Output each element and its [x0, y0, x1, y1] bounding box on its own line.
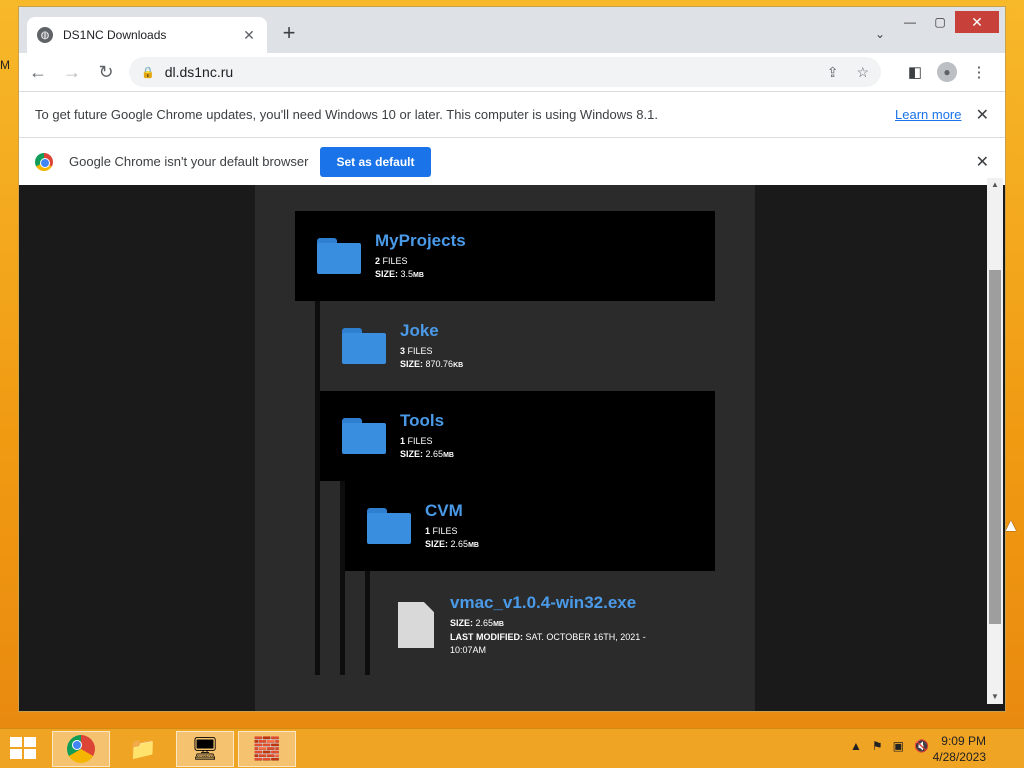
chrome-window: ◍ DS1NC Downloads ✕ + ⌄ — ▢ ✕ ← → ↻ 🔒 dl…: [18, 6, 1006, 712]
files-label: FILES: [432, 525, 458, 536]
files-count: 3: [400, 345, 406, 356]
clock-date: 4/28/2023: [932, 750, 986, 764]
title-bar: ◍ DS1NC Downloads ✕ + ⌄ — ▢ ✕: [19, 7, 1005, 53]
volume-muted-icon[interactable]: 🔇: [914, 739, 929, 753]
default-browser-infobar: Google Chrome isn't your default browser…: [19, 137, 1005, 185]
size-label: SIZE:: [425, 538, 449, 549]
url-text[interactable]: dl.ds1nc.ru: [165, 64, 809, 80]
profile-button[interactable]: ●: [931, 57, 963, 87]
size-unit: KB: [453, 361, 464, 369]
update-infobar: To get future Google Chrome updates, you…: [19, 91, 1005, 137]
folder-name[interactable]: Tools: [400, 411, 454, 431]
size-value: 2.65: [450, 538, 469, 549]
files-label: FILES: [407, 345, 433, 356]
folder-name[interactable]: MyProjects: [375, 231, 466, 251]
size-label: SIZE:: [450, 618, 474, 628]
file-row[interactable]: vmac_v1.0.4-win32.exe SIZE: 2.65MB LAST …: [370, 573, 715, 677]
scroll-up-icon[interactable]: ▲: [987, 178, 1003, 192]
close-icon[interactable]: ✕: [976, 152, 989, 172]
folder-row[interactable]: Tools 1 FILES SIZE: 2.65MB: [320, 391, 715, 481]
folder-name[interactable]: Joke: [400, 321, 463, 341]
chrome-logo-icon: [35, 152, 53, 171]
file-tree-panel: MyProjects 2 FILES SIZE: 3.5MB Joke 3 FI…: [255, 185, 755, 711]
file-explorer-taskbar-icon[interactable]: 📁: [114, 731, 172, 767]
page-content: MyProjects 2 FILES SIZE: 3.5MB Joke 3 FI…: [19, 185, 1005, 711]
size-unit: MB: [413, 271, 424, 279]
update-message: To get future Google Chrome updates, you…: [35, 107, 658, 122]
files-label: FILES: [382, 255, 408, 266]
size-label: SIZE:: [400, 448, 424, 459]
windows-taskbar: 📁 🖥 🧱 ▲ ⚑ ▣ 🔇 9:09 PM 4/28/2023: [0, 728, 1024, 768]
files-count: 1: [425, 525, 431, 536]
lock-icon[interactable]: 🔒: [141, 66, 155, 79]
learn-more-link[interactable]: Learn more: [895, 107, 961, 122]
menu-kebab-icon[interactable]: ⋮: [963, 57, 995, 87]
address-bar[interactable]: 🔒 dl.ds1nc.ru ⇪ ☆: [129, 57, 881, 87]
clock-time: 9:09 PM: [941, 734, 986, 748]
windows-start-icon[interactable]: [10, 737, 38, 761]
scroll-down-icon[interactable]: ▼: [987, 690, 1003, 704]
close-window-button[interactable]: ✕: [955, 11, 999, 33]
new-tab-button[interactable]: +: [277, 21, 301, 45]
file-name[interactable]: vmac_v1.0.4-win32.exe: [450, 593, 670, 613]
scroll-thumb[interactable]: [989, 270, 1001, 624]
folder-icon: [367, 508, 411, 544]
folder-row[interactable]: Joke 3 FILES SIZE: 870.76KB: [320, 301, 715, 391]
files-label: FILES: [407, 435, 433, 446]
files-count: 2: [375, 255, 381, 266]
bookmark-star-icon[interactable]: ☆: [856, 64, 869, 81]
tab-title: DS1NC Downloads: [63, 28, 167, 42]
tab-close-icon[interactable]: ✕: [241, 27, 257, 44]
size-unit: MB: [493, 621, 504, 628]
file-icon: [398, 602, 434, 648]
size-value: 870.76: [425, 358, 454, 369]
control-panel-taskbar-icon[interactable]: 🖥: [176, 731, 234, 767]
size-unit: MB: [443, 451, 454, 459]
modified-label: LAST MODIFIED:: [450, 632, 523, 642]
chrome-taskbar-icon[interactable]: [52, 731, 110, 767]
forward-arrow-icon[interactable]: →: [57, 57, 87, 87]
folder-icon: [317, 238, 361, 274]
tab-search-chevron-icon[interactable]: ⌄: [875, 27, 885, 41]
maximize-button[interactable]: ▢: [925, 11, 955, 33]
folder-icon: [342, 418, 386, 454]
chrome-logo-icon: [67, 735, 95, 763]
folder-name[interactable]: CVM: [425, 501, 479, 521]
system-clock[interactable]: 9:09 PM 4/28/2023: [933, 733, 986, 765]
back-arrow-icon[interactable]: ←: [23, 57, 53, 87]
side-panel-icon[interactable]: ◧: [899, 57, 931, 87]
folder-icon: [342, 328, 386, 364]
size-value: 3.5: [400, 268, 414, 279]
files-count: 1: [400, 435, 406, 446]
folder-row[interactable]: MyProjects 2 FILES SIZE: 3.5MB: [295, 211, 715, 301]
firewall-taskbar-icon[interactable]: 🧱: [238, 731, 296, 767]
size-label: SIZE:: [400, 358, 424, 369]
tab-ds1nc-downloads[interactable]: ◍ DS1NC Downloads ✕: [27, 17, 267, 53]
action-center-flag-icon[interactable]: ⚑: [872, 739, 883, 753]
size-value: 2.65: [425, 448, 444, 459]
network-icon[interactable]: ▣: [893, 739, 904, 753]
show-hidden-icons-icon[interactable]: ▲: [850, 739, 862, 753]
desktop-edge-icon: M: [0, 58, 10, 72]
reload-icon[interactable]: ↻: [91, 57, 121, 87]
page-scrollbar[interactable]: ▲ ▼: [987, 178, 1003, 704]
browser-toolbar: ← → ↻ 🔒 dl.ds1nc.ru ⇪ ☆ ◧ ● ⋮: [19, 53, 1005, 91]
share-icon[interactable]: ⇪: [827, 64, 839, 81]
folder-row[interactable]: CVM 1 FILES SIZE: 2.65MB: [345, 481, 715, 571]
size-value: 2.65: [475, 618, 494, 628]
size-label: SIZE:: [375, 268, 399, 279]
default-browser-message: Google Chrome isn't your default browser: [69, 154, 309, 169]
system-tray: ▲ ⚑ ▣ 🔇: [850, 739, 929, 753]
set-as-default-button[interactable]: Set as default: [320, 146, 431, 177]
globe-icon: ◍: [37, 27, 53, 43]
size-unit: MB: [468, 541, 479, 549]
minimize-button[interactable]: —: [895, 11, 925, 33]
avatar-icon: ●: [937, 62, 957, 82]
close-icon[interactable]: ✕: [976, 105, 989, 125]
mouse-cursor-icon: ▲: [1002, 515, 1020, 535]
